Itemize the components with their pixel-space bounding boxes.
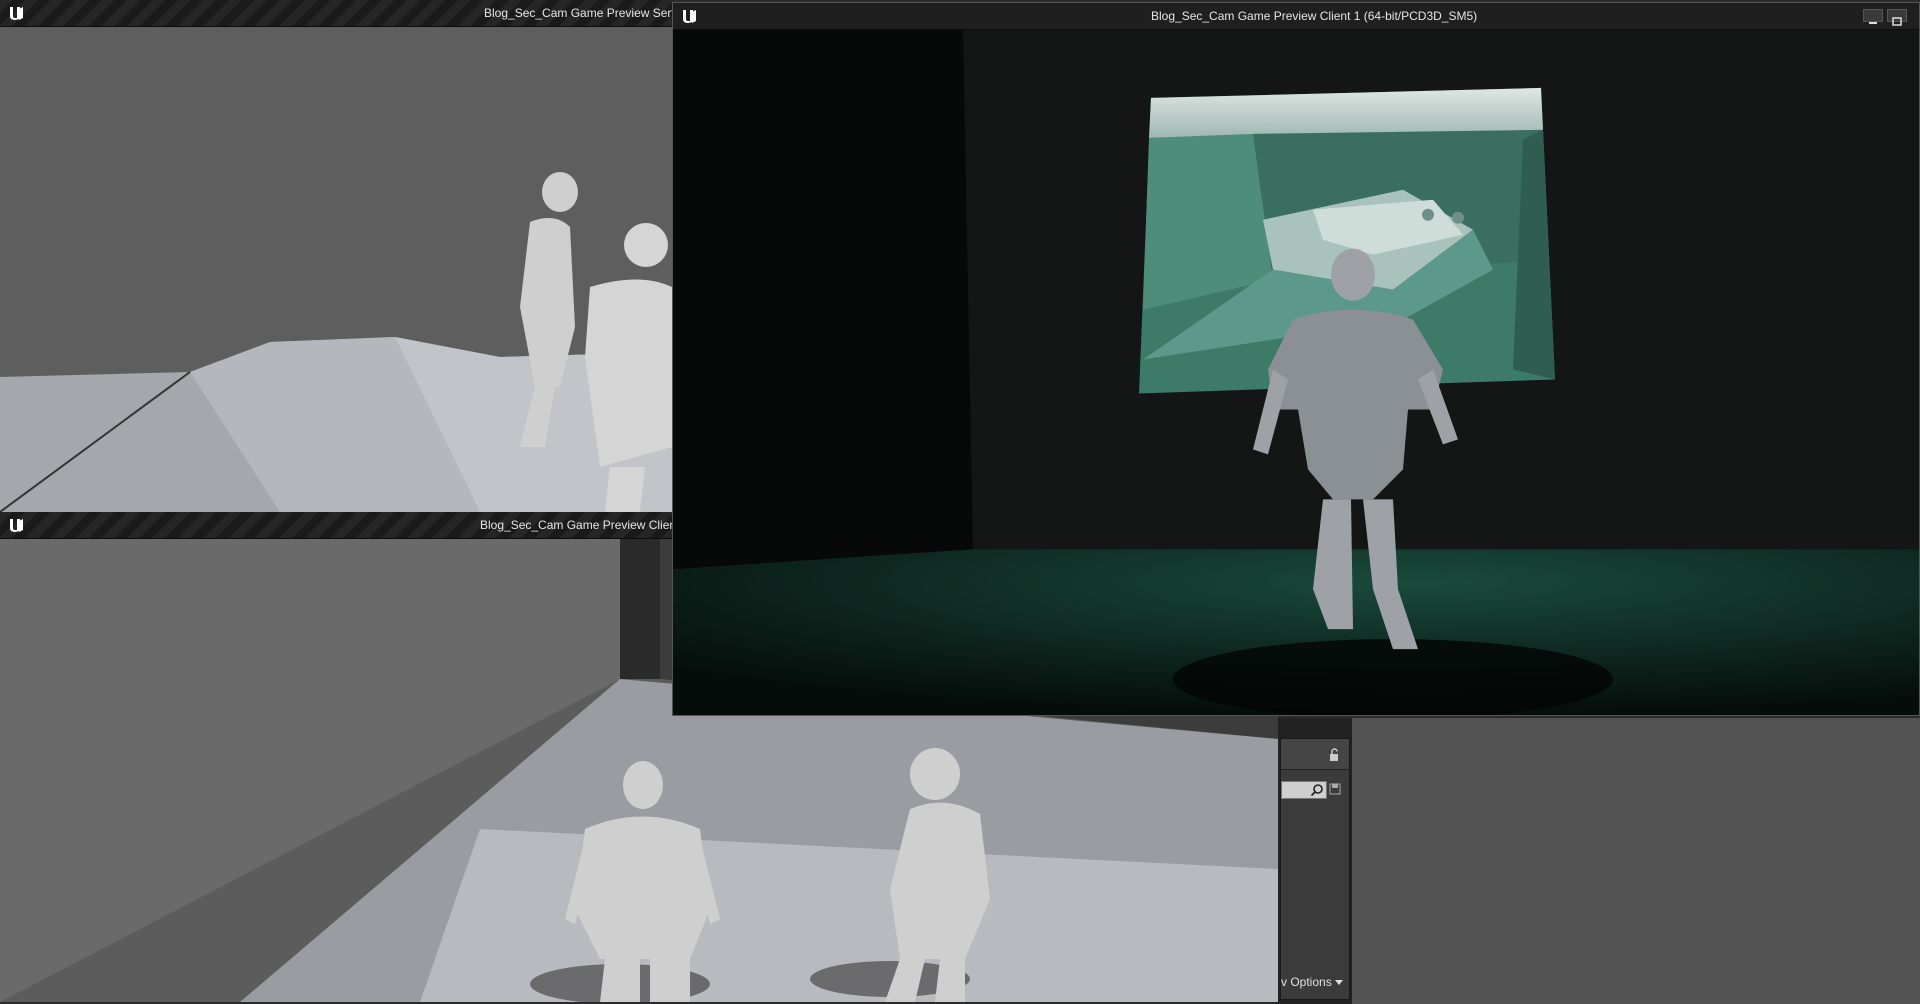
minimize-icon <box>1869 22 1877 24</box>
search-icon[interactable] <box>1310 783 1324 797</box>
dropdown-arrow-icon <box>1335 980 1344 985</box>
view-options-label: v Options <box>1281 975 1332 989</box>
panel-header <box>1281 739 1349 770</box>
view-options-button[interactable]: v Options <box>1281 975 1349 989</box>
lock-icon[interactable] <box>1327 748 1341 762</box>
maximize-icon <box>1892 17 1902 26</box>
game-viewport[interactable] <box>0 27 672 512</box>
unreal-logo-icon <box>10 7 23 20</box>
game-viewport[interactable] <box>673 30 1919 715</box>
window-title: Blog_Sec_Cam Game Preview Serve <box>484 6 672 20</box>
maximize-button[interactable] <box>1887 9 1907 26</box>
minimize-button[interactable] <box>1863 9 1883 24</box>
server-scene <box>0 27 672 512</box>
editor-background <box>1352 718 1920 1004</box>
details-panel: v Options <box>1280 738 1350 1000</box>
client1-titlebar[interactable]: Blog_Sec_Cam Game Preview Client 1 (64-b… <box>673 3 1919 30</box>
server-titlebar[interactable]: Blog_Sec_Cam Game Preview Serve <box>0 0 672 27</box>
client1-scene <box>673 30 1919 715</box>
save-icon[interactable] <box>1329 783 1341 795</box>
window-title: Blog_Sec_Cam Game Preview Client <box>480 518 680 532</box>
client1-window[interactable]: Blog_Sec_Cam Game Preview Client 1 (64-b… <box>672 2 1920 716</box>
window-title: Blog_Sec_Cam Game Preview Client 1 (64-b… <box>1151 9 1478 23</box>
server-window[interactable]: Blog_Sec_Cam Game Preview Serve <box>0 0 672 512</box>
unreal-logo-icon <box>683 10 696 23</box>
search-input[interactable] <box>1281 781 1327 799</box>
unreal-logo-icon <box>10 519 23 532</box>
